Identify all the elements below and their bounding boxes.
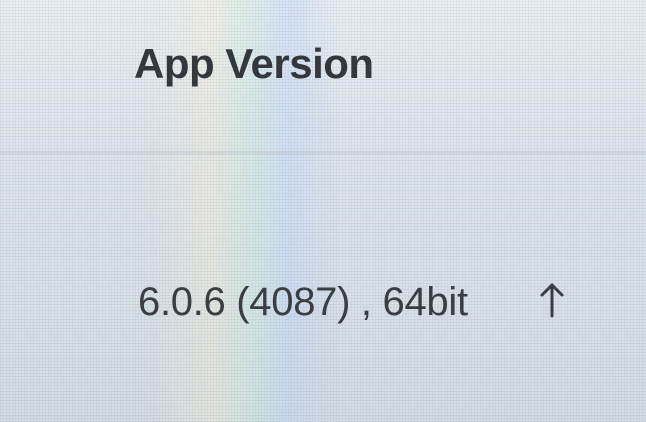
- section-divider: [0, 150, 646, 156]
- section-title: App Version: [134, 40, 374, 87]
- app-version-row: 6.0.6 (4087) , 64bit: [0, 270, 646, 340]
- arrow-up-icon[interactable]: [532, 276, 572, 324]
- version-value: 6.0.6 (4087) , 64bit: [138, 280, 468, 324]
- app-version-section-header: App Version: [0, 0, 646, 140]
